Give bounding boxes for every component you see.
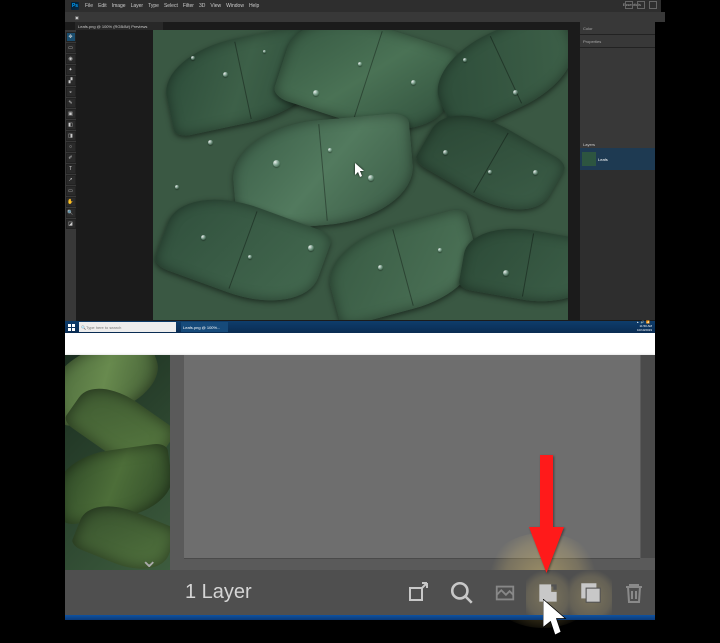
search-input[interactable]: 🔍 Type here to search: [79, 322, 176, 332]
fg-bg-color-icon[interactable]: ◪: [66, 219, 76, 229]
hand-tool-icon[interactable]: ✋: [66, 197, 76, 207]
search-placeholder: Type here to search: [86, 325, 121, 330]
menu-edit[interactable]: Edit: [98, 3, 107, 9]
eyedropper-tool-icon[interactable]: ◒: [66, 87, 76, 97]
canvas[interactable]: [153, 30, 568, 320]
compare-icon[interactable]: [483, 570, 526, 615]
windows-logo-icon: [68, 324, 75, 331]
trash-icon[interactable]: [612, 570, 655, 615]
letterbox-right: [655, 0, 720, 620]
menu-type[interactable]: Type: [148, 3, 159, 9]
blur-tool-icon[interactable]: ○: [66, 142, 76, 152]
menu-items: File Edit Image Layer Type Select Filter…: [85, 3, 259, 9]
crop-tool-icon[interactable]: ▞: [66, 76, 76, 86]
layer-count-label: 1 Layer: [185, 581, 252, 604]
options-label: ▣: [75, 15, 79, 20]
letterbox-left: [0, 0, 65, 620]
marquee-tool-icon[interactable]: ▭: [66, 43, 76, 53]
menu-file[interactable]: File: [85, 3, 93, 9]
photoshop-window: Ps File Edit Image Layer Type Select Fil…: [65, 0, 655, 333]
close-icon[interactable]: [649, 1, 657, 9]
layers-panel: Layers Leafs: [580, 140, 655, 320]
window-controls: [625, 1, 657, 9]
wand-tool-icon[interactable]: ✦: [66, 65, 76, 75]
right-panels: Color Properties Layers Leafs: [580, 22, 655, 320]
filmstrip-scrollbar[interactable]: [641, 355, 655, 558]
toolbox: ✥ ▭ ◉ ✦ ▞ ◒ ✎ ▣ ◧ ◨ ○ ✐ T ↗ ▭ ✋ 🔍 ◪: [65, 30, 76, 322]
system-tray[interactable]: ▴🔊📶 11:50 AM 10/10/2019: [637, 320, 652, 332]
leaf-graphic: [458, 219, 568, 311]
zoom-tool-icon[interactable]: 🔍: [66, 208, 76, 218]
options-bar: ▣: [65, 12, 665, 22]
taskbar-sliver: [65, 615, 655, 620]
menu-window[interactable]: Window: [226, 3, 244, 9]
menu-filter[interactable]: Filter: [183, 3, 194, 9]
move-tool-icon[interactable]: ✥: [66, 32, 76, 42]
stamp-tool-icon[interactable]: ▣: [66, 109, 76, 119]
taskbar-app[interactable]: Leafs.png @ 100%...: [181, 322, 228, 332]
layer-row[interactable]: Leafs: [580, 148, 655, 170]
text-tool-icon[interactable]: T: [66, 164, 76, 174]
swatches-panel-tab[interactable]: Properties: [580, 35, 655, 48]
minimize-icon[interactable]: [625, 1, 633, 9]
pen-tool-icon[interactable]: ✐: [66, 153, 76, 163]
clock-date: 10/10/2019: [637, 328, 652, 332]
content-stage: Ps File Edit Image Layer Type Select Fil…: [65, 0, 655, 620]
copy-icon[interactable]: [569, 570, 612, 615]
gradient-tool-icon[interactable]: ◨: [66, 131, 76, 141]
layer-thumb-icon: [582, 152, 596, 166]
menu-view[interactable]: View: [210, 3, 221, 9]
maximize-icon[interactable]: [637, 1, 645, 9]
path-tool-icon[interactable]: ↗: [66, 175, 76, 185]
menu-3d[interactable]: 3D: [199, 3, 205, 9]
bottom-toolbar: 1 Layer: [65, 570, 655, 615]
zoomed-bottom-panel: ⌄ › 1 Layer: [65, 355, 655, 620]
menu-image[interactable]: Image: [112, 3, 126, 9]
menu-help[interactable]: Help: [249, 3, 259, 9]
lasso-tool-icon[interactable]: ◉: [66, 54, 76, 64]
document-tab[interactable]: Leafs.png @ 100% (RGB/8#) Previews: [75, 22, 163, 30]
panel-separator: [65, 333, 655, 355]
filmstrip-area[interactable]: [184, 355, 640, 559]
taskbar: 🔍 Type here to search Leafs.png @ 100%..…: [65, 321, 655, 333]
layer-name: Leafs: [598, 157, 608, 162]
import-icon[interactable]: [526, 570, 569, 615]
app-logo-icon[interactable]: Ps: [71, 2, 79, 10]
zoom-icon[interactable]: [440, 570, 483, 615]
start-button[interactable]: [65, 321, 77, 333]
brush-tool-icon[interactable]: ✎: [66, 98, 76, 108]
shape-tool-icon[interactable]: ▭: [66, 186, 76, 196]
menubar: Ps File Edit Image Layer Type Select Fil…: [65, 0, 661, 12]
color-panel-tab[interactable]: Color: [580, 22, 655, 35]
filmstrip-shelf: [170, 355, 655, 570]
export-icon[interactable]: [397, 570, 440, 615]
menu-select[interactable]: Select: [164, 3, 178, 9]
image-preview-crop: [65, 355, 170, 570]
layers-header[interactable]: Layers: [580, 140, 655, 148]
menu-layer[interactable]: Layer: [131, 3, 144, 9]
eraser-tool-icon[interactable]: ◧: [66, 120, 76, 130]
